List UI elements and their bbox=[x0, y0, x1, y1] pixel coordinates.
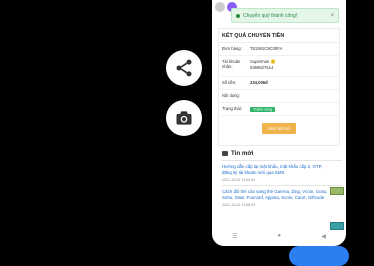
news-title: Tin mới bbox=[231, 150, 254, 157]
news-item-title[interactable]: Hướng dẫn cấp lại mật khẩu, mật khẩu cấp… bbox=[222, 164, 330, 176]
news-header: Tin mới bbox=[222, 150, 342, 157]
share-button[interactable] bbox=[166, 50, 202, 86]
row-value: Superman 🙂 0369627514 bbox=[250, 59, 276, 70]
news-item[interactable]: Hướng dẫn cấp lại mật khẩu, mật khẩu cấp… bbox=[222, 164, 330, 182]
row-value: Thành công bbox=[250, 106, 336, 112]
news-item-title[interactable]: Cách đổi thẻ cào sang thẻ Garena, Zing, … bbox=[222, 189, 330, 201]
news-thumbnail[interactable] bbox=[330, 222, 344, 230]
row-label: Tài khoản nhận: bbox=[222, 59, 241, 69]
news-item[interactable]: Cách đổi thẻ cào sang thẻ Garena, Zing, … bbox=[222, 189, 330, 207]
row-value bbox=[250, 93, 336, 99]
row-value: T61591C9C00FA bbox=[250, 46, 283, 51]
news-section: Tin mới Hướng dẫn cấp lại mật khẩu, mật … bbox=[222, 150, 344, 230]
back-icon[interactable]: ◀ bbox=[321, 233, 326, 240]
toast-message: Chuyển quỹ thành công! bbox=[243, 12, 298, 19]
view-history-button[interactable]: Xem lịch sử bbox=[261, 123, 297, 134]
row-order: Đơn hàng: T61591C9C00FA bbox=[219, 43, 339, 56]
transfer-result-card: KẾT QUẢ CHUYỂN TIỀN Đơn hàng: T61591C9C0… bbox=[218, 28, 340, 146]
row-content: Nội dung: bbox=[219, 90, 339, 103]
news-item-date: 2021-10-02 11:08:23 bbox=[222, 203, 256, 207]
row-recipient: Tài khoản nhận: Superman 🙂 0369627514 bbox=[219, 56, 339, 77]
share-icon bbox=[176, 59, 192, 77]
row-status: Trạng thái: Thành công bbox=[219, 103, 339, 116]
phone-screen: Chuyển quỹ thành công! × KẾT QUẢ CHUYỂN … bbox=[212, 0, 346, 246]
camera-icon bbox=[176, 111, 192, 125]
floating-action-button[interactable] bbox=[289, 246, 349, 266]
news-icon bbox=[222, 151, 228, 156]
card-title: KẾT QUẢ CHUYỂN TIỀN bbox=[219, 29, 339, 43]
home-icon[interactable]: ● bbox=[278, 233, 282, 239]
android-nav-bar: ☰ ● ◀ bbox=[212, 232, 346, 240]
success-toast: Chuyển quỹ thành công! × bbox=[231, 8, 339, 23]
news-thumbnail[interactable] bbox=[330, 187, 344, 195]
row-label: Số tiền: bbox=[222, 80, 237, 85]
row-label: Nội dung: bbox=[222, 93, 240, 98]
check-icon bbox=[236, 13, 240, 18]
avatar[interactable] bbox=[215, 2, 225, 12]
row-value: 234,006đ bbox=[250, 80, 268, 85]
close-icon[interactable]: × bbox=[330, 13, 334, 19]
recent-apps-icon[interactable]: ☰ bbox=[232, 233, 237, 240]
screenshot-button[interactable] bbox=[166, 100, 202, 136]
status-badge: Thành công bbox=[250, 106, 275, 112]
row-label: Trạng thái: bbox=[222, 106, 242, 111]
news-item-date: 2021-10-02 11:09:44 bbox=[222, 178, 256, 182]
row-label: Đơn hàng: bbox=[222, 46, 242, 51]
row-amount: Số tiền: 234,006đ bbox=[219, 77, 339, 90]
